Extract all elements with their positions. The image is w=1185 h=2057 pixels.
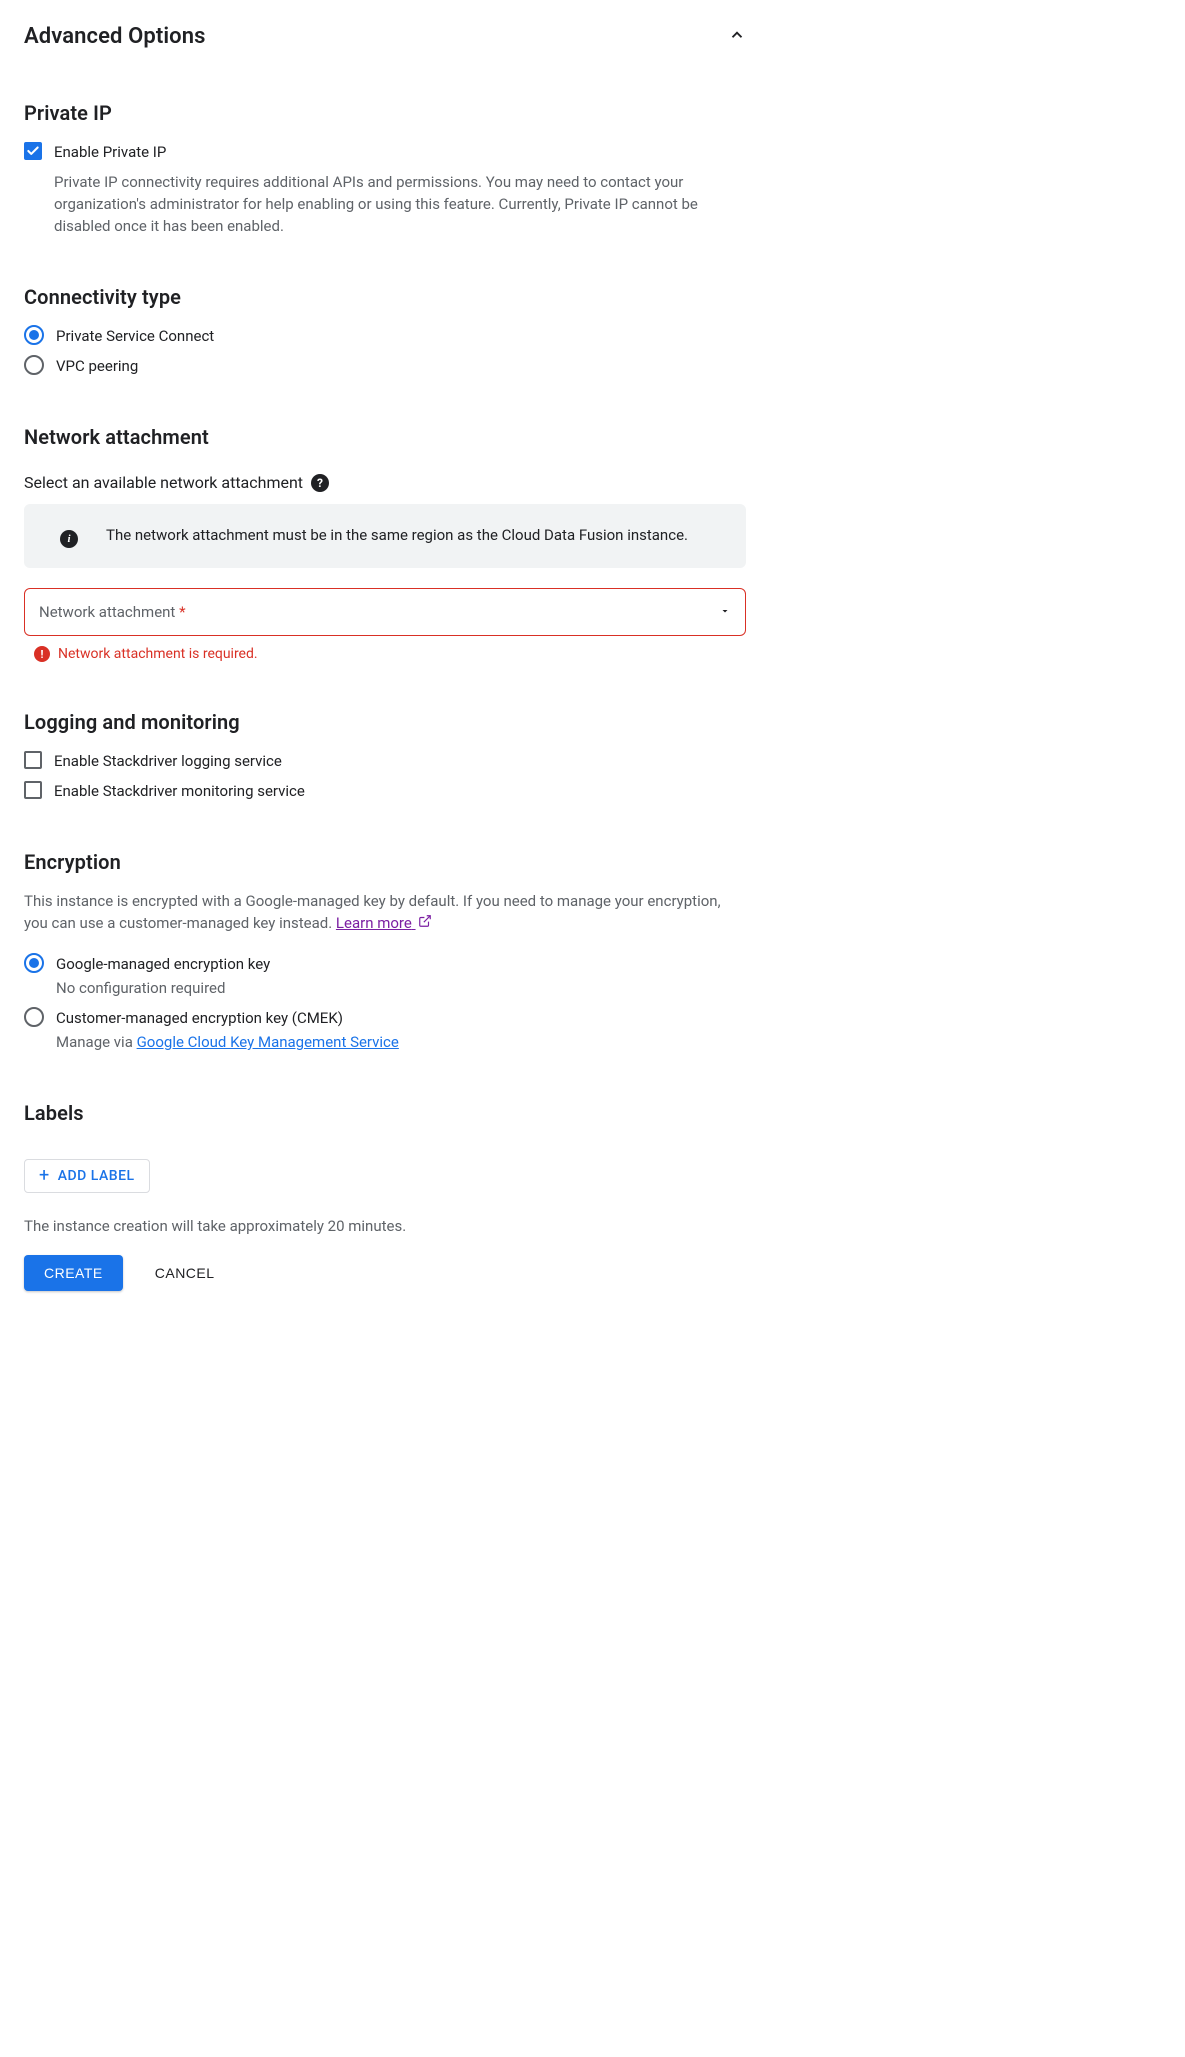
caret-down-icon bbox=[719, 603, 731, 621]
connectivity-vpc-label: VPC peering bbox=[56, 355, 138, 377]
network-attachment-info-text: The network attachment must be in the sa… bbox=[106, 524, 688, 546]
enable-private-ip-label: Enable Private IP bbox=[54, 141, 166, 163]
encryption-cmek-radio[interactable] bbox=[24, 1007, 44, 1027]
private-ip-heading: Private IP bbox=[24, 101, 746, 125]
network-attachment-field-label: Network attachment bbox=[39, 603, 175, 621]
required-asterisk: * bbox=[179, 603, 185, 621]
creation-time-note: The instance creation will take approxim… bbox=[24, 1217, 746, 1235]
encryption-cmek-label: Customer-managed encryption key (CMEK) bbox=[56, 1007, 399, 1029]
private-ip-helper: Private IP connectivity requires additio… bbox=[24, 171, 746, 237]
create-button[interactable]: CREATE bbox=[24, 1255, 123, 1291]
external-link-icon bbox=[418, 916, 432, 932]
logging-heading: Logging and monitoring bbox=[24, 710, 746, 734]
encryption-google-label: Google-managed encryption key bbox=[56, 953, 270, 975]
encryption-google-helper: No configuration required bbox=[56, 977, 270, 999]
encryption-cmek-helper: Manage via Google Cloud Key Management S… bbox=[56, 1031, 399, 1053]
encryption-description: This instance is encrypted with a Google… bbox=[24, 890, 746, 935]
network-attachment-error-text: Network attachment is required. bbox=[58, 646, 258, 662]
connectivity-psc-radio[interactable] bbox=[24, 325, 44, 345]
labels-heading: Labels bbox=[24, 1101, 746, 1125]
enable-monitoring-checkbox[interactable] bbox=[24, 781, 42, 799]
help-icon[interactable]: ? bbox=[311, 474, 329, 492]
error-icon: ! bbox=[34, 646, 50, 662]
enable-logging-checkbox[interactable] bbox=[24, 751, 42, 769]
enable-logging-label: Enable Stackdriver logging service bbox=[54, 750, 282, 772]
network-attachment-subheading: Select an available network attachment bbox=[24, 473, 303, 492]
enable-monitoring-label: Enable Stackdriver monitoring service bbox=[54, 780, 305, 802]
advanced-options-header[interactable]: Advanced Options bbox=[24, 24, 746, 49]
enable-private-ip-checkbox[interactable] bbox=[24, 142, 42, 160]
connectivity-psc-label: Private Service Connect bbox=[56, 325, 214, 347]
encryption-google-radio[interactable] bbox=[24, 953, 44, 973]
chevron-up-icon bbox=[728, 26, 746, 48]
add-label-button[interactable]: + ADD LABEL bbox=[24, 1159, 150, 1193]
cancel-button[interactable]: CANCEL bbox=[147, 1255, 223, 1291]
plus-icon: + bbox=[39, 1169, 50, 1183]
info-icon: i bbox=[60, 530, 78, 548]
advanced-options-title: Advanced Options bbox=[24, 24, 206, 49]
connectivity-vpc-radio[interactable] bbox=[24, 355, 44, 375]
network-attachment-error: ! Network attachment is required. bbox=[24, 646, 746, 662]
network-attachment-select[interactable]: Network attachment * bbox=[24, 588, 746, 636]
encryption-learn-more-link[interactable]: Learn more bbox=[336, 914, 432, 932]
network-attachment-heading: Network attachment bbox=[24, 425, 746, 449]
encryption-heading: Encryption bbox=[24, 850, 746, 874]
connectivity-type-heading: Connectivity type bbox=[24, 285, 746, 309]
add-label-text: ADD LABEL bbox=[58, 1168, 135, 1184]
kms-link[interactable]: Google Cloud Key Management Service bbox=[137, 1033, 399, 1051]
network-attachment-info: i The network attachment must be in the … bbox=[24, 504, 746, 568]
